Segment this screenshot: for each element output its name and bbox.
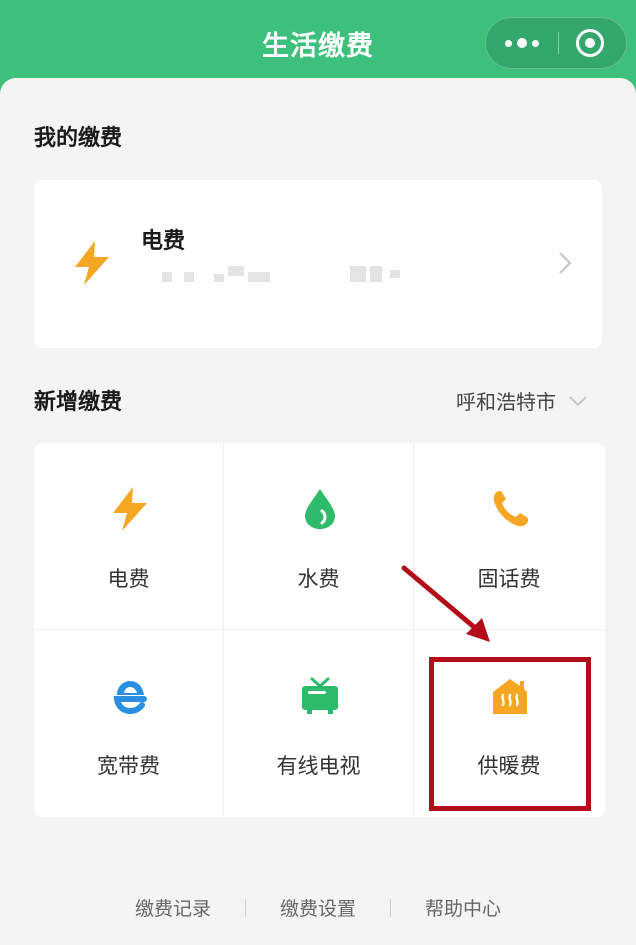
- footer-link-payment-settings[interactable]: 缴费设置: [280, 894, 356, 921]
- masked-account-number: [162, 266, 452, 286]
- footer-links: 缴费记录 缴费设置 帮助中心: [0, 894, 636, 921]
- tv-icon: [302, 677, 338, 714]
- chevron-right-icon: [559, 252, 572, 274]
- annotation-arrow: [401, 565, 490, 642]
- city-selector[interactable]: 呼和浩特市: [456, 386, 588, 415]
- mini-program-capsule: [485, 17, 627, 69]
- my-payments-title: 我的缴费: [34, 126, 123, 151]
- footer-link-payment-records[interactable]: 缴费记录: [135, 894, 211, 921]
- lightning-icon: [113, 487, 147, 531]
- my-payment-card-electricity[interactable]: 电费: [34, 180, 602, 348]
- chevron-down-icon: [569, 395, 587, 406]
- more-icon[interactable]: [486, 18, 558, 68]
- phone-icon: [493, 491, 528, 527]
- capsule-divider: [558, 32, 559, 54]
- option-label: 有线电视: [276, 754, 361, 778]
- browser-e-icon: [113, 681, 147, 715]
- footer-link-help-center[interactable]: 帮助中心: [425, 894, 501, 921]
- option-water[interactable]: 水费: [224, 443, 414, 630]
- option-broadband[interactable]: 宽带费: [34, 630, 224, 817]
- city-label: 呼和浩特市: [456, 390, 556, 414]
- option-cable-tv[interactable]: 有线电视: [224, 630, 414, 817]
- footer-divider: [244, 898, 246, 917]
- option-label: 水费: [297, 567, 340, 591]
- water-drop-icon: [305, 489, 335, 529]
- my-payment-name: 电费: [141, 229, 186, 254]
- option-electricity[interactable]: 电费: [34, 443, 224, 630]
- footer-divider: [390, 898, 391, 917]
- option-label: 电费: [107, 567, 150, 591]
- annotation-highlight-box: [429, 657, 591, 811]
- close-target-icon[interactable]: [576, 29, 604, 57]
- navigation-bar: 生活缴费: [0, 0, 636, 80]
- new-payment-title: 新增缴费: [34, 390, 123, 415]
- option-label: 宽带费: [97, 754, 160, 778]
- lightning-icon: [75, 241, 109, 285]
